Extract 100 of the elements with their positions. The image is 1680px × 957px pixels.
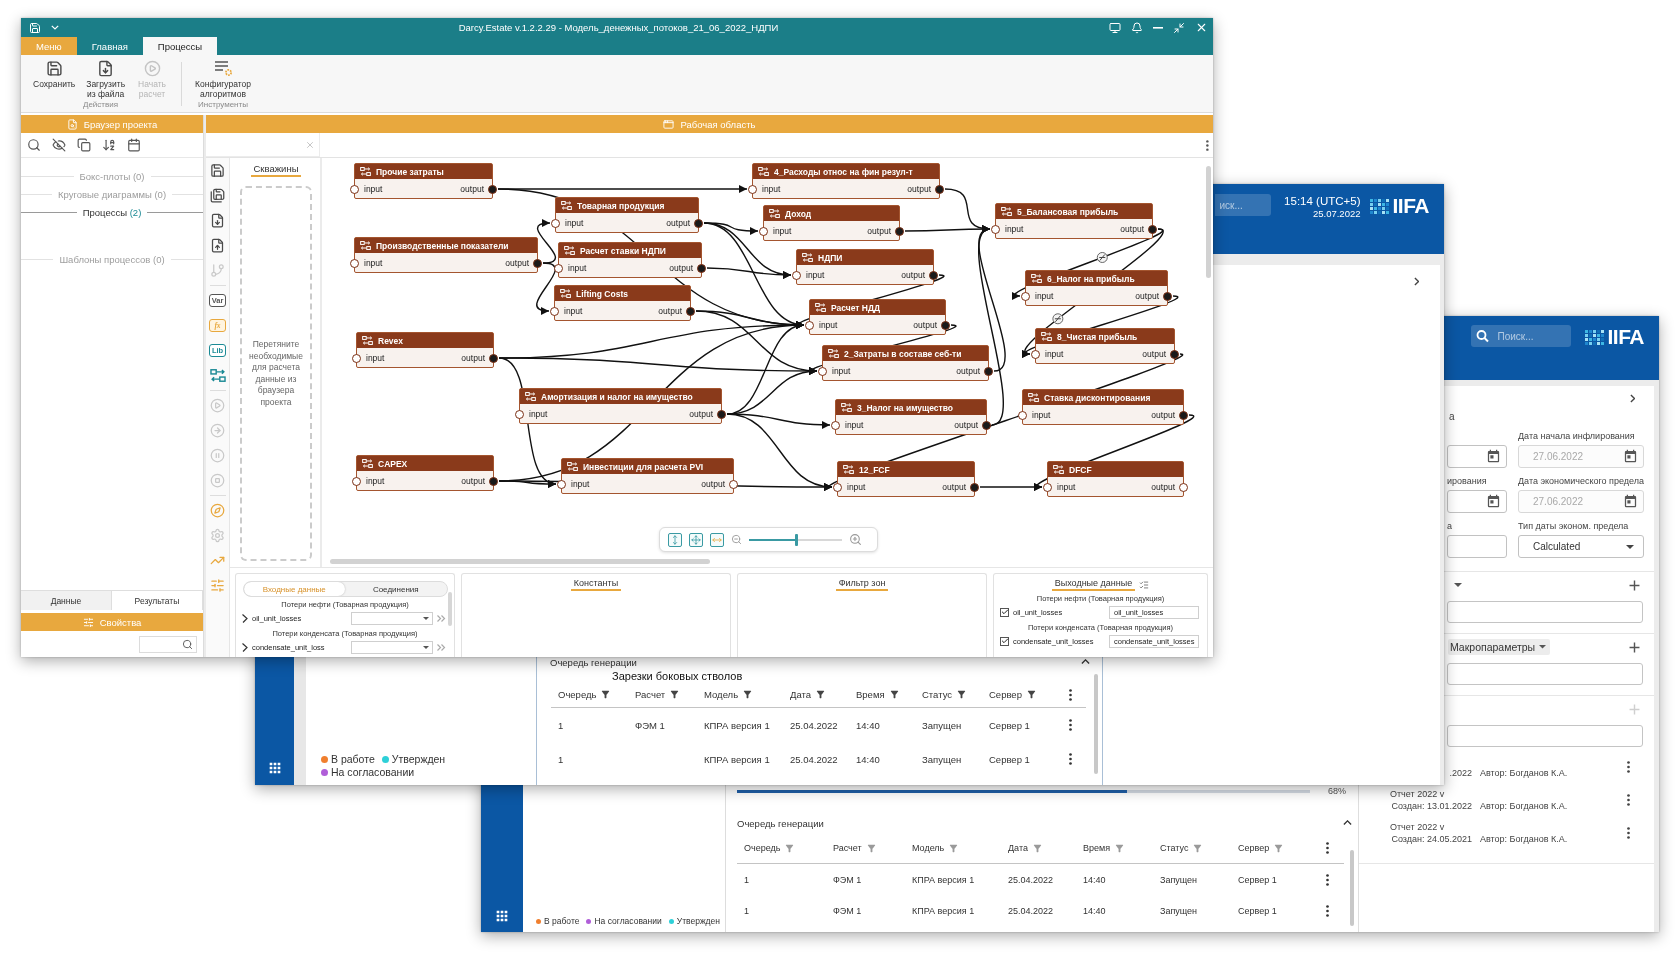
output-port-icon[interactable] (984, 367, 993, 376)
copy-icon[interactable] (77, 138, 91, 152)
checkbox[interactable] (1000, 636, 1009, 646)
input-port-icon[interactable] (551, 219, 560, 228)
close-icon[interactable] (1195, 21, 1208, 34)
save-icon[interactable] (210, 163, 225, 178)
more-icon[interactable] (1206, 139, 1209, 151)
search-icon[interactable] (1471, 325, 1494, 347)
zoom-slider[interactable] (749, 533, 842, 546)
vertical-scrollbar[interactable] (1094, 674, 1098, 774)
output-port-icon[interactable] (694, 219, 703, 228)
section-label[interactable]: Процессы (2) (82, 206, 142, 218)
output-port-icon[interactable] (489, 354, 498, 363)
input-port-icon[interactable] (748, 185, 757, 194)
filter-icon[interactable] (956, 689, 968, 700)
fit-height-button[interactable] (668, 532, 682, 547)
sliders-icon[interactable] (210, 578, 225, 593)
input-port-icon[interactable] (792, 271, 801, 280)
input-port-icon[interactable] (350, 185, 359, 194)
filter-icon[interactable] (1025, 689, 1037, 700)
input-port-icon[interactable] (991, 225, 1000, 234)
output-port-icon[interactable] (935, 185, 944, 194)
input-port-icon[interactable] (352, 477, 361, 486)
more-icon[interactable] (1627, 793, 1630, 806)
minimize-icon[interactable] (1153, 26, 1163, 29)
input-port-icon[interactable] (759, 227, 768, 236)
sort-icon[interactable] (102, 138, 116, 152)
filter-icon[interactable] (815, 689, 827, 700)
bell-icon[interactable] (1131, 21, 1143, 34)
input-port-icon[interactable] (1043, 483, 1052, 492)
output-port-icon[interactable] (1163, 292, 1172, 301)
output-port-icon[interactable] (1179, 411, 1188, 420)
input-port-icon[interactable] (1018, 411, 1027, 420)
input-port-icon[interactable] (550, 307, 559, 316)
input-port-icon[interactable] (350, 259, 359, 268)
filter-icon[interactable] (600, 689, 612, 700)
edge-marker-icon[interactable] (1096, 252, 1108, 263)
output-port-icon[interactable] (488, 185, 497, 194)
more-icon[interactable] (1069, 719, 1072, 731)
select-field[interactable] (351, 640, 433, 654)
more-icon[interactable] (1627, 760, 1630, 773)
select-field[interactable] (351, 611, 433, 625)
output-port-icon[interactable] (533, 259, 542, 268)
checkbox[interactable] (1000, 607, 1009, 617)
search-icon[interactable] (182, 639, 193, 650)
horizontal-scrollbar[interactable] (330, 559, 710, 564)
eye-off-icon[interactable] (52, 138, 66, 152)
zoom-in-icon[interactable] (849, 533, 862, 546)
ribbon-button[interactable]: Загрузить из файла (82, 58, 130, 100)
chevron-up-icon[interactable] (1081, 659, 1090, 665)
ribbon-button[interactable]: Конфигуратор алгоритмов (191, 58, 255, 100)
caret-icon[interactable] (51, 25, 59, 30)
exchange-icon[interactable] (209, 369, 226, 382)
input-port-icon[interactable] (1031, 350, 1040, 359)
output-port-icon[interactable] (697, 264, 706, 273)
edge-marker-icon[interactable] (1052, 313, 1064, 325)
date-field[interactable] (1447, 490, 1507, 513)
output-port-icon[interactable] (929, 271, 938, 280)
input-port-icon[interactable] (818, 367, 827, 376)
output-port-icon[interactable] (717, 410, 726, 419)
checklist-icon[interactable] (1139, 579, 1150, 590)
input-port-icon[interactable] (1021, 292, 1030, 301)
input-port-icon[interactable] (352, 354, 361, 363)
more-icon[interactable] (1326, 904, 1329, 917)
input-port-icon[interactable] (833, 483, 842, 492)
save-all-icon[interactable] (210, 188, 225, 203)
dropdown-chip[interactable]: Макропараметры (1448, 639, 1551, 655)
restore-icon[interactable] (1173, 21, 1185, 34)
output-port-icon[interactable] (729, 480, 738, 489)
more-icon[interactable] (1069, 753, 1072, 765)
input-port-icon[interactable] (557, 480, 566, 489)
tab[interactable]: Данные (21, 591, 112, 610)
input-port-icon[interactable] (554, 264, 563, 273)
fit-all-button[interactable] (689, 532, 703, 547)
output-port-icon[interactable] (970, 483, 979, 492)
select-field[interactable]: Calculated (1518, 535, 1644, 558)
actual-size-button[interactable] (710, 532, 724, 547)
chevron-up-icon[interactable] (1343, 820, 1352, 826)
input-port-icon[interactable] (831, 421, 840, 430)
more-icon[interactable] (1326, 842, 1329, 854)
calendar-icon[interactable] (1486, 449, 1501, 464)
filter-icon[interactable] (669, 689, 681, 700)
apps-grid-icon[interactable] (494, 908, 510, 924)
vertical-scrollbar[interactable] (448, 592, 452, 626)
filter-icon[interactable] (742, 689, 754, 700)
text-field[interactable] (1447, 535, 1507, 558)
more-icon[interactable] (1069, 688, 1072, 701)
search-icon[interactable] (27, 138, 41, 152)
output-port-icon[interactable] (941, 321, 950, 330)
ribbon-button[interactable]: Сохранить (29, 58, 80, 100)
tab[interactable]: Скважины (250, 162, 302, 177)
monitor-icon[interactable] (1109, 21, 1121, 34)
date-field[interactable] (1447, 445, 1507, 468)
file-download-icon[interactable] (210, 213, 225, 228)
text-field[interactable] (1447, 601, 1643, 623)
vertical-scrollbar[interactable] (1206, 166, 1211, 278)
slider-thumb[interactable] (795, 533, 799, 546)
dropdown-caret-icon[interactable] (1454, 583, 1462, 587)
output-port-icon[interactable] (895, 227, 904, 236)
ribbon-tab[interactable]: Главная (76, 37, 143, 55)
